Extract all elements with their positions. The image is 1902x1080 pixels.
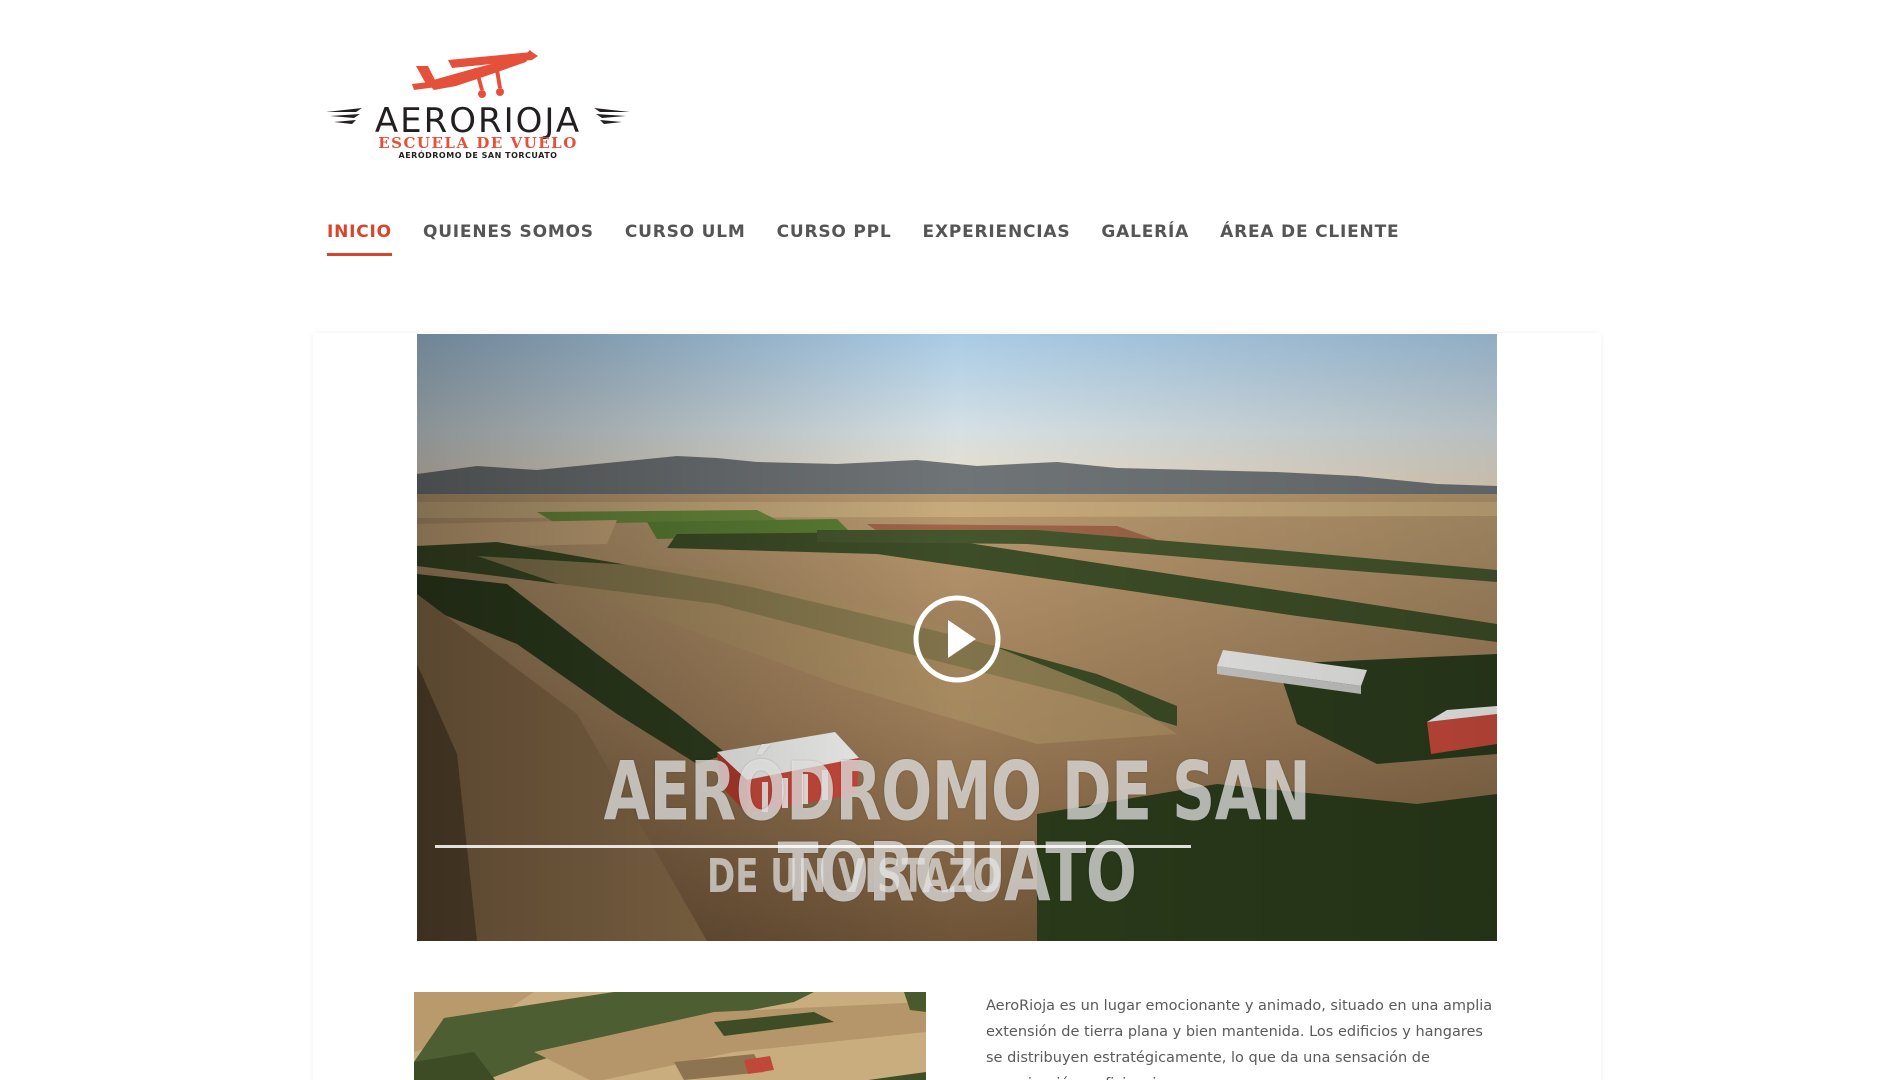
intro-paragraph: AeroRioja es un lugar emocionante y anim… bbox=[986, 998, 1493, 1080]
logo-brand-text: AERORIOJA bbox=[374, 101, 582, 141]
play-icon bbox=[913, 595, 1001, 683]
video-player[interactable]: AERÓDROMO DE SAN TORCUATO DE UN VISTAZO bbox=[417, 334, 1497, 941]
video-overlay-divider bbox=[435, 845, 1191, 848]
nav-item-galeria[interactable]: GALERÍA bbox=[1101, 222, 1189, 256]
nav-item-experiencias[interactable]: EXPERIENCIAS bbox=[923, 222, 1071, 256]
nav-item-quienes-somos[interactable]: QUIENES SOMOS bbox=[423, 222, 594, 256]
page: AERORIOJA ESCUELA DE VUELO AERÓDROMO DE … bbox=[0, 0, 1902, 1080]
site-logo[interactable]: AERORIOJA ESCUELA DE VUELO AERÓDROMO DE … bbox=[326, 46, 630, 166]
nav-item-inicio[interactable]: INICIO bbox=[327, 222, 392, 256]
main-navigation: INICIO QUIENES SOMOS CURSO ULM CURSO PPL… bbox=[327, 222, 1430, 256]
logo-subtagline: AERÓDROMO DE SAN TORCUATO bbox=[398, 151, 558, 160]
play-button[interactable] bbox=[912, 594, 1002, 684]
video-overlay-subtitle: DE UN VISTAZO bbox=[707, 849, 1003, 904]
nav-item-curso-ppl[interactable]: CURSO PPL bbox=[777, 222, 892, 256]
aerodrome-thumbnail-image bbox=[414, 992, 926, 1080]
nav-item-curso-ulm[interactable]: CURSO ULM bbox=[625, 222, 746, 256]
logo-tagline: ESCUELA DE VUELO bbox=[378, 134, 578, 152]
nav-item-area-de-cliente[interactable]: ÁREA DE CLIENTE bbox=[1220, 222, 1399, 256]
